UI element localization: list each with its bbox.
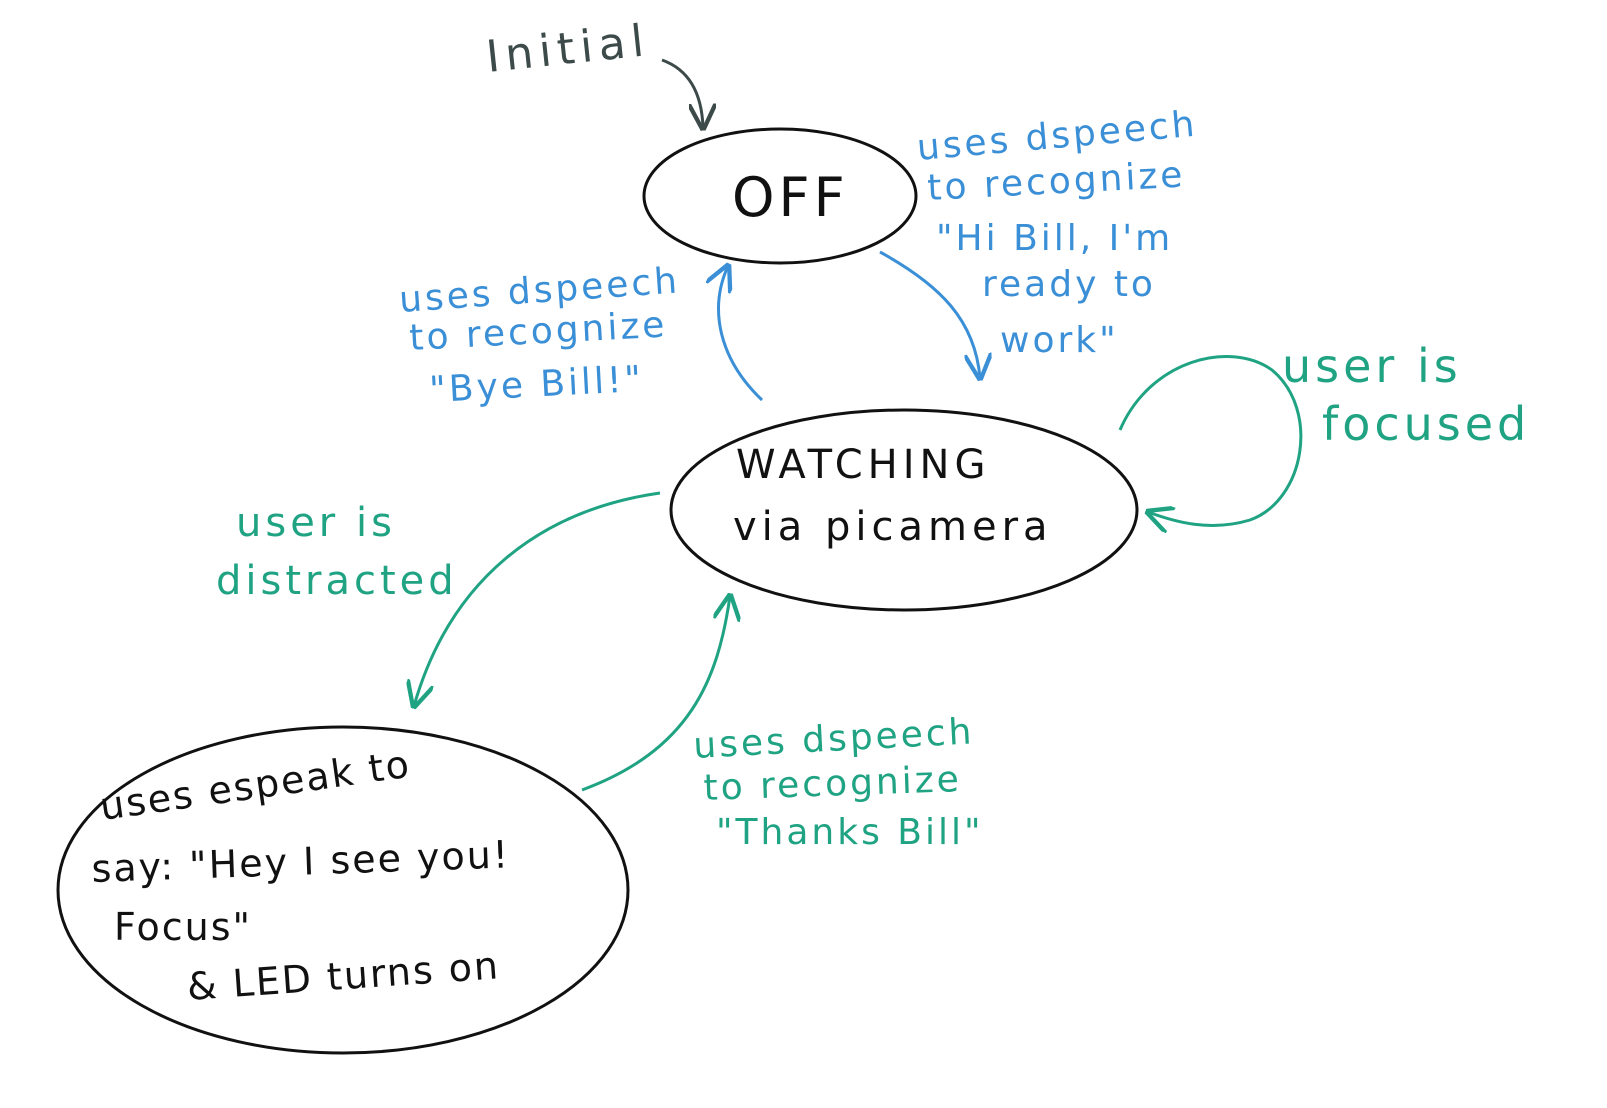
initial-label: Initial <box>484 15 652 83</box>
label-off-to-watching: uses dspeech to recognize "Hi Bill, I'm … <box>915 104 1199 361</box>
label-off-to-watching-line4: ready to <box>982 264 1156 305</box>
state-off-label: OFF <box>732 166 849 229</box>
label-alert-to-watching-line1: uses dspeech <box>692 711 975 767</box>
state-alert-line3: Focus" <box>114 905 252 949</box>
state-diagram: Initial OFF WATCHING via picamera uses e… <box>56 15 1530 1055</box>
label-watching-to-off: uses dspeech to recognize "Bye Bill!" <box>398 260 681 411</box>
label-watching-to-alert-line2: distracted <box>216 558 458 604</box>
label-alert-to-watching: uses dspeech to recognize "Thanks Bill" <box>692 711 984 853</box>
label-watching-to-alert-line1: user is <box>236 500 396 546</box>
state-watching-line2: via picamera <box>733 504 1053 550</box>
label-watching-to-off-line3: "Bye Bill!" <box>428 359 645 411</box>
label-off-to-watching-line5: work" <box>1000 320 1119 361</box>
label-watching-to-alert: user is distracted <box>216 500 458 604</box>
arrow-off-to-watching <box>879 250 980 378</box>
state-alert-line1: uses espeak to <box>97 742 413 829</box>
label-alert-to-watching-line3: "Thanks Bill" <box>716 812 984 853</box>
state-alert-line2: say: "Hey I see you! <box>91 832 511 891</box>
label-watching-self-line2: focused <box>1322 397 1530 451</box>
state-alert-line4: & LED turns on <box>186 943 502 1009</box>
initial-arrow <box>661 58 703 128</box>
label-watching-self-line1: user is <box>1282 339 1462 393</box>
state-watching-line1: WATCHING <box>736 442 990 488</box>
label-watching-self: user is focused <box>1282 339 1530 451</box>
arrow-watching-to-off <box>719 266 764 402</box>
arrow-watching-self-loop <box>1118 355 1303 526</box>
label-alert-to-watching-line2: to recognize <box>703 759 963 809</box>
label-off-to-watching-line3: "Hi Bill, I'm <box>936 218 1173 259</box>
